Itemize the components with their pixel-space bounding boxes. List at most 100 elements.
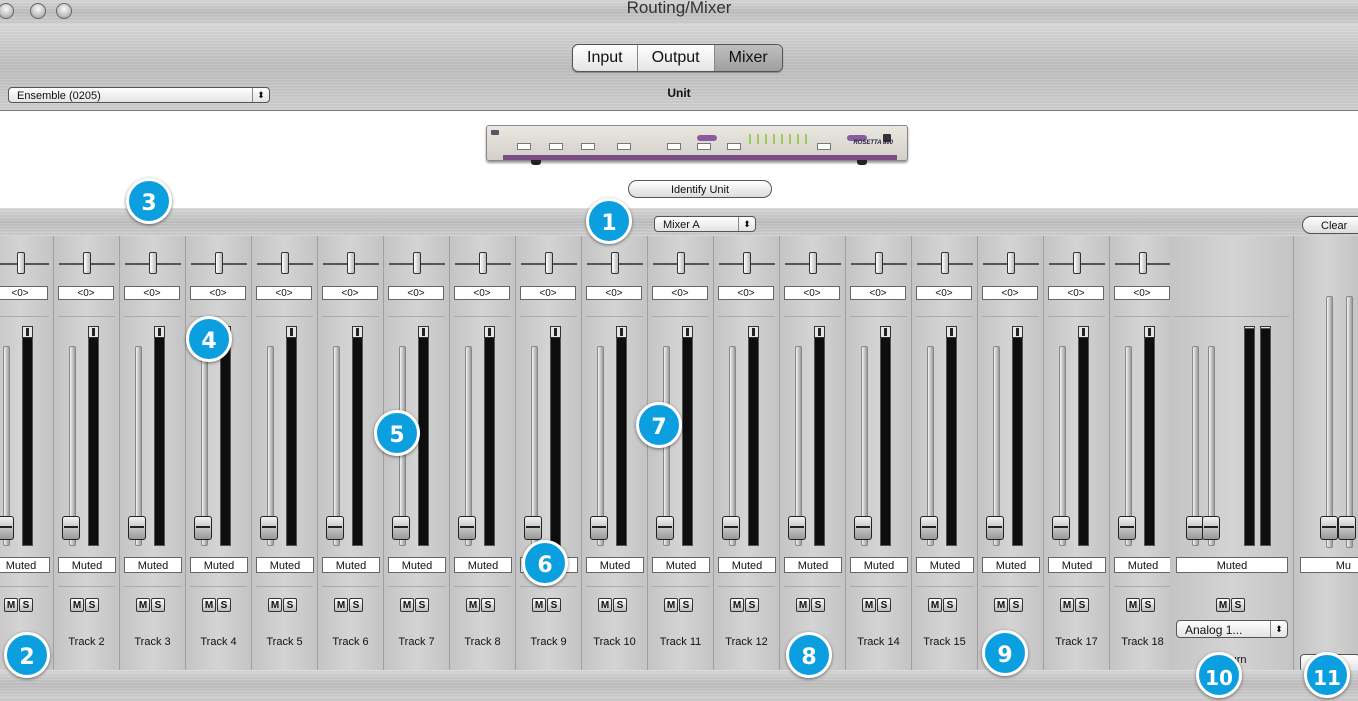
solo-button[interactable]: S xyxy=(1231,598,1245,612)
mute-button[interactable]: M xyxy=(928,598,942,612)
pan-slider[interactable] xyxy=(587,250,643,278)
volume-fader[interactable] xyxy=(458,516,476,540)
mute-button[interactable]: M xyxy=(400,598,414,612)
pan-slider[interactable] xyxy=(323,250,379,278)
pan-knob[interactable] xyxy=(941,252,949,274)
mute-button[interactable]: M xyxy=(1126,598,1140,612)
mute-button[interactable]: M xyxy=(532,598,546,612)
solo-button[interactable]: S xyxy=(1141,598,1155,612)
pan-knob[interactable] xyxy=(1139,252,1147,274)
volume-fader[interactable] xyxy=(986,516,1004,540)
volume-fader[interactable] xyxy=(326,516,344,540)
solo-button[interactable]: S xyxy=(613,598,627,612)
solo-button[interactable]: S xyxy=(877,598,891,612)
mute-button[interactable]: M xyxy=(598,598,612,612)
pan-knob[interactable] xyxy=(17,252,25,274)
volume-fader[interactable] xyxy=(722,516,740,540)
mute-button[interactable]: M xyxy=(136,598,150,612)
solo-button[interactable]: S xyxy=(283,598,297,612)
volume-fader[interactable] xyxy=(920,516,938,540)
pan-slider[interactable] xyxy=(851,250,907,278)
solo-button[interactable]: S xyxy=(151,598,165,612)
solo-button[interactable]: S xyxy=(811,598,825,612)
mute-button[interactable]: M xyxy=(1060,598,1074,612)
pan-slider[interactable] xyxy=(917,250,973,278)
volume-fader[interactable] xyxy=(260,516,278,540)
pan-slider[interactable] xyxy=(389,250,445,278)
solo-button[interactable]: S xyxy=(19,598,33,612)
pan-knob[interactable] xyxy=(479,252,487,274)
pan-knob[interactable] xyxy=(347,252,355,274)
mute-button[interactable]: M xyxy=(334,598,348,612)
solo-button[interactable]: S xyxy=(1009,598,1023,612)
volume-fader[interactable] xyxy=(524,516,542,540)
mute-button[interactable]: M xyxy=(4,598,18,612)
pan-slider[interactable] xyxy=(125,250,181,278)
pan-slider[interactable] xyxy=(983,250,1039,278)
pan-knob[interactable] xyxy=(545,252,553,274)
pan-slider[interactable] xyxy=(653,250,709,278)
pan-slider[interactable] xyxy=(0,250,49,278)
clear-button[interactable]: Clear xyxy=(1302,216,1358,234)
mute-button[interactable]: M xyxy=(70,598,84,612)
pan-knob[interactable] xyxy=(875,252,883,274)
pan-slider[interactable] xyxy=(59,250,115,278)
master-fader-right[interactable] xyxy=(1338,516,1356,540)
volume-fader[interactable] xyxy=(62,516,80,540)
identify-unit-button[interactable]: Identify Unit xyxy=(628,180,772,198)
mute-button[interactable]: M xyxy=(862,598,876,612)
mute-button[interactable]: M xyxy=(268,598,282,612)
mute-button[interactable]: M xyxy=(466,598,480,612)
solo-button[interactable]: S xyxy=(547,598,561,612)
pan-slider[interactable] xyxy=(257,250,313,278)
daw-return-source-select[interactable]: Analog 1... ⬍ xyxy=(1176,620,1288,638)
tab-input[interactable]: Input xyxy=(573,45,638,71)
pan-knob[interactable] xyxy=(83,252,91,274)
volume-fader[interactable] xyxy=(656,516,674,540)
solo-button[interactable]: S xyxy=(943,598,957,612)
daw-return-fader-right[interactable] xyxy=(1202,516,1220,540)
solo-button[interactable]: S xyxy=(415,598,429,612)
pan-knob[interactable] xyxy=(677,252,685,274)
master-fader-left[interactable] xyxy=(1320,516,1338,540)
pan-knob[interactable] xyxy=(215,252,223,274)
pan-knob[interactable] xyxy=(743,252,751,274)
solo-button[interactable]: S xyxy=(745,598,759,612)
pan-knob[interactable] xyxy=(809,252,817,274)
pan-slider[interactable] xyxy=(785,250,841,278)
mute-button[interactable]: M xyxy=(796,598,810,612)
mute-button[interactable]: M xyxy=(664,598,678,612)
pan-slider[interactable] xyxy=(1049,250,1105,278)
volume-fader[interactable] xyxy=(194,516,212,540)
solo-button[interactable]: S xyxy=(349,598,363,612)
mixer-select[interactable]: Mixer A ⬍ xyxy=(654,216,756,232)
solo-button[interactable]: S xyxy=(481,598,495,612)
solo-button[interactable]: S xyxy=(679,598,693,612)
volume-fader[interactable] xyxy=(392,516,410,540)
volume-fader[interactable] xyxy=(128,516,146,540)
volume-fader[interactable] xyxy=(1052,516,1070,540)
mute-button[interactable]: M xyxy=(1216,598,1230,612)
pan-knob[interactable] xyxy=(413,252,421,274)
pan-slider[interactable] xyxy=(191,250,247,278)
pan-knob[interactable] xyxy=(149,252,157,274)
pan-slider[interactable] xyxy=(1115,250,1171,278)
solo-button[interactable]: S xyxy=(1075,598,1089,612)
mute-button[interactable]: M xyxy=(730,598,744,612)
pan-knob[interactable] xyxy=(1007,252,1015,274)
pan-slider[interactable] xyxy=(455,250,511,278)
pan-slider[interactable] xyxy=(719,250,775,278)
tab-output[interactable]: Output xyxy=(638,45,715,71)
pan-knob[interactable] xyxy=(281,252,289,274)
volume-fader[interactable] xyxy=(1118,516,1136,540)
volume-fader[interactable] xyxy=(854,516,872,540)
pan-slider[interactable] xyxy=(521,250,577,278)
solo-button[interactable]: S xyxy=(217,598,231,612)
mute-button[interactable]: M xyxy=(994,598,1008,612)
volume-fader[interactable] xyxy=(788,516,806,540)
tab-mixer[interactable]: Mixer xyxy=(714,45,782,71)
volume-fader[interactable] xyxy=(590,516,608,540)
pan-knob[interactable] xyxy=(611,252,619,274)
pan-knob[interactable] xyxy=(1073,252,1081,274)
volume-fader[interactable] xyxy=(0,516,14,540)
